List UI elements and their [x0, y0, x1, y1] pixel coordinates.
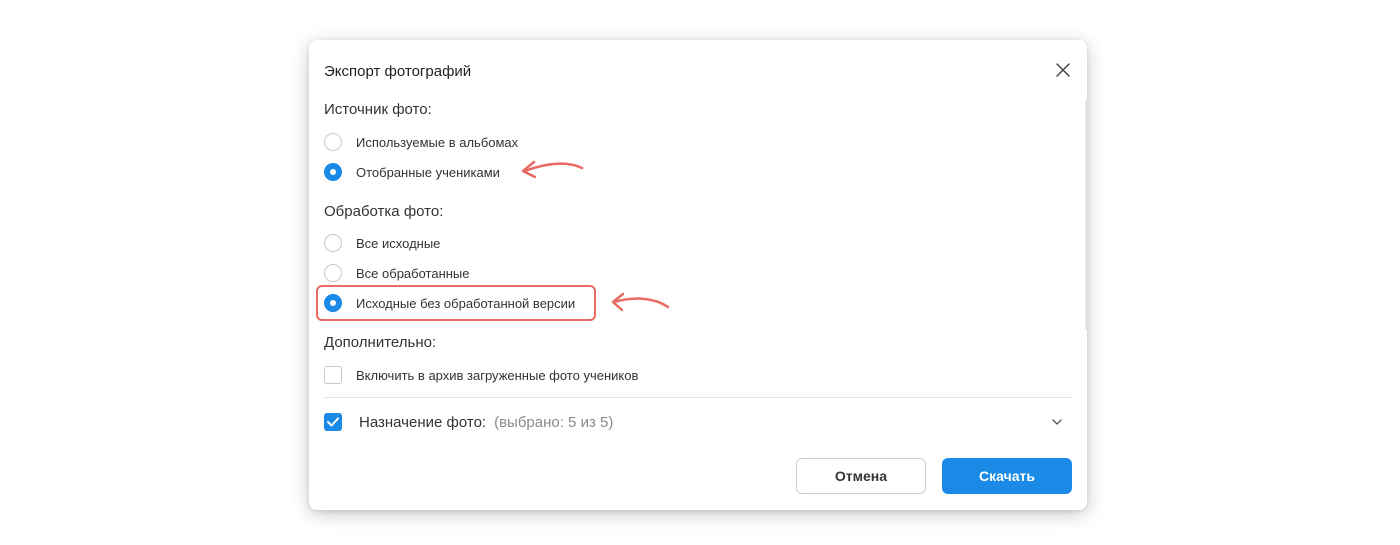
screen: Экспорт фотографий Источник фото: Исполь…	[0, 0, 1400, 545]
option-label: Все исходные	[356, 235, 441, 251]
cancel-button[interactable]: Отмена	[796, 458, 926, 494]
radio-button[interactable]	[324, 264, 342, 282]
additional-section-label: Дополнительно:	[324, 334, 437, 351]
export-photos-dialog: Экспорт фотографий Источник фото: Исполь…	[309, 40, 1087, 510]
processing-section-label: Обработка фото:	[324, 203, 444, 220]
dialog-title: Экспорт фотографий	[324, 63, 472, 80]
destination-row[interactable]: Назначение фото: (выбрано: 5 из 5)	[324, 411, 1072, 433]
destination-label: Назначение фото:	[359, 413, 487, 431]
source-section-label: Источник фото:	[324, 101, 432, 118]
radio-button[interactable]	[324, 234, 342, 252]
radio-button-checked[interactable]	[324, 294, 342, 312]
processing-option-all-original[interactable]: Все исходные	[324, 232, 440, 254]
divider	[324, 397, 1072, 398]
radio-button-checked[interactable]	[324, 163, 342, 181]
checkbox[interactable]	[324, 366, 342, 384]
source-option-students[interactable]: Отобранные учениками	[324, 161, 500, 183]
option-label: Все обработанные	[356, 265, 470, 281]
radio-button[interactable]	[324, 133, 342, 151]
download-button[interactable]: Скачать	[942, 458, 1072, 494]
close-button[interactable]	[1052, 59, 1074, 81]
processing-option-original-without-processed[interactable]: Исходные без обработанной версии	[324, 292, 575, 314]
option-label: Включить в архив загруженные фото ученик…	[356, 367, 639, 383]
option-label: Отобранные учениками	[356, 164, 500, 180]
close-icon	[1056, 63, 1070, 77]
checkmark-icon	[327, 417, 339, 427]
processing-option-all-processed[interactable]: Все обработанные	[324, 262, 470, 284]
option-label: Используемые в альбомах	[356, 134, 519, 150]
source-option-albums[interactable]: Используемые в альбомах	[324, 131, 518, 153]
include-student-uploads-option[interactable]: Включить в архив загруженные фото ученик…	[324, 364, 638, 386]
destination-count: (выбрано: 5 из 5)	[494, 413, 614, 431]
destination-checkbox[interactable]	[324, 413, 342, 431]
scrollbar[interactable]	[1085, 100, 1087, 330]
option-label: Исходные без обработанной версии	[356, 295, 576, 311]
chevron-down-icon[interactable]	[1050, 415, 1064, 429]
